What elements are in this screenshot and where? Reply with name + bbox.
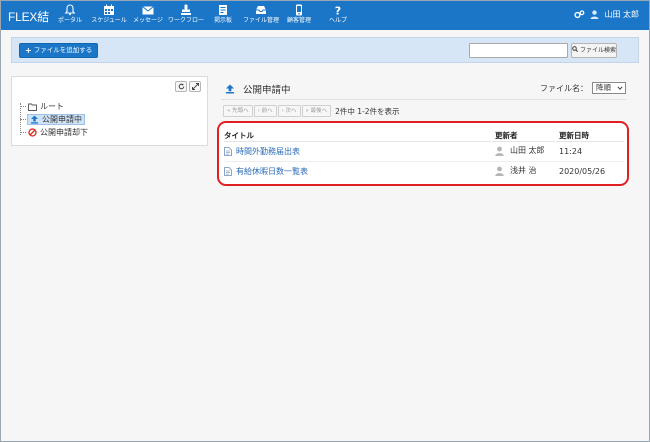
pagination-status: 2件中 1-2件を表示	[335, 106, 400, 116]
column-header-updater[interactable]: 更新者	[495, 130, 518, 141]
sort-value: 降順	[596, 83, 611, 92]
nav-message[interactable]: メッセージ	[131, 4, 165, 28]
column-header-updated-at[interactable]: 更新日時	[559, 130, 589, 141]
add-file-button[interactable]: + ファイルを追加する	[19, 43, 99, 58]
expand-icon	[191, 83, 199, 90]
nav-label: ヘルプ	[328, 17, 347, 24]
nav-label: スケジュール	[91, 17, 127, 24]
nav-label: メッセージ	[133, 17, 163, 24]
file-link[interactable]: 有給休暇日数一覧表	[236, 166, 308, 177]
tree-guide	[20, 119, 26, 120]
tree-item-label: 公開申請却下	[40, 128, 88, 137]
nav-workflow[interactable]: ワークフロー	[167, 4, 205, 28]
tree-item-label: ルート	[40, 102, 64, 111]
updater-name: 浅井 治	[510, 166, 537, 175]
document-icon	[224, 147, 232, 156]
row-divider	[224, 161, 624, 162]
user-name: 山田 太郎	[604, 10, 639, 19]
header-divider	[224, 141, 624, 142]
bell-icon	[64, 4, 76, 16]
nav-label: 掲示板	[213, 17, 232, 24]
tree-tools	[175, 81, 201, 92]
nav-label: ワークフロー	[167, 17, 204, 24]
updater-cell: 山田 太郎	[495, 145, 545, 156]
updater-name: 山田 太郎	[510, 146, 545, 155]
column-header-title[interactable]: タイトル	[224, 130, 254, 141]
tree-item-pending[interactable]: 公開申請中	[27, 114, 85, 125]
phone-icon	[296, 4, 302, 16]
mail-icon	[142, 6, 154, 15]
last-page-button[interactable]: » 最後へ	[301, 105, 332, 117]
nav-portal[interactable]: ポータル	[57, 4, 83, 28]
tree-guide	[20, 106, 26, 107]
upload-icon	[31, 115, 38, 124]
page-title: 公開申請中	[225, 82, 291, 96]
app-logo[interactable]: FLEX結	[8, 8, 49, 25]
app-window: FLEX結 ポータル スケジュール メッセージ ワークフロー 掲示板 ファイル管…	[0, 0, 650, 442]
sort-order-select[interactable]: 降順	[592, 82, 626, 94]
nav-board[interactable]: 掲示板	[209, 4, 237, 28]
chevron-down-icon	[617, 86, 623, 90]
upload-icon	[226, 84, 234, 94]
stamp-icon	[181, 4, 191, 15]
prev-page-button[interactable]: ‹ 前へ	[253, 105, 277, 117]
pagination: « 先頭へ ‹ 前へ › 次へ » 最後へ 2件中 1-2件を表示	[223, 105, 400, 117]
file-table: タイトル 更新者 更新日時 時間外勤務届出表 山田 太郎 11:24 有給休暇日…	[217, 121, 629, 186]
add-file-label: ファイルを追加する	[33, 46, 93, 54]
plus-icon: +	[25, 46, 32, 55]
calendar-icon	[104, 4, 114, 15]
file-search-button[interactable]: ファイル検索	[571, 43, 617, 58]
updated-at-cell: 11:24	[559, 147, 583, 156]
user-icon	[495, 146, 504, 156]
user-icon	[590, 10, 599, 19]
nav-label: 顧客管理	[286, 17, 311, 24]
tree-item-root[interactable]: ルート	[28, 101, 64, 112]
updater-cell: 浅井 治	[495, 165, 537, 176]
tree-guide	[20, 132, 26, 133]
file-search-label: ファイル検索	[579, 47, 616, 54]
folder-icon	[28, 103, 37, 111]
document-icon	[224, 167, 232, 176]
expand-button[interactable]	[189, 81, 201, 92]
updated-at-cell: 2020/05/26	[559, 167, 606, 176]
sort-control: ファイル名： 降順	[540, 82, 626, 94]
file-link[interactable]: 時間外勤務届出表	[236, 146, 300, 157]
top-nav-bar: FLEX結 ポータル スケジュール メッセージ ワークフロー 掲示板 ファイル管…	[1, 1, 649, 30]
settings-icon[interactable]	[574, 10, 585, 19]
search-icon	[572, 44, 578, 57]
nav-help[interactable]: ? ヘルプ	[327, 4, 349, 28]
question-icon: ?	[335, 5, 341, 17]
toolbar: + ファイルを追加する ファイル検索	[11, 37, 639, 63]
board-icon	[219, 5, 227, 15]
sort-label: ファイル名：	[540, 83, 588, 93]
nav-label: ポータル	[57, 17, 82, 24]
nav-label: ファイル管理	[242, 17, 279, 24]
inbox-icon	[256, 6, 266, 14]
table-row: 有給休暇日数一覧表	[224, 166, 308, 177]
user-icon	[495, 166, 504, 176]
tree-item-rejected[interactable]: 公開申請却下	[28, 127, 88, 138]
tree-item-label: 公開申請中	[42, 115, 82, 124]
user-menu[interactable]: 山田 太郎	[574, 9, 639, 20]
table-row: 時間外勤務届出表	[224, 146, 300, 157]
next-page-button[interactable]: › 次へ	[277, 105, 301, 117]
file-search-input[interactable]	[469, 43, 568, 58]
page-title-text: 公開申請中	[243, 85, 291, 96]
first-page-button[interactable]: « 先頭へ	[223, 105, 253, 117]
nav-schedule[interactable]: スケジュール	[89, 4, 129, 28]
prohibited-icon	[28, 128, 37, 137]
nav-customer-management[interactable]: 顧客管理	[284, 4, 314, 28]
refresh-button[interactable]	[175, 81, 187, 92]
refresh-icon	[178, 83, 184, 90]
nav-file-management[interactable]: ファイル管理	[242, 4, 280, 28]
folder-tree-panel: ルート 公開申請中 公開申請却下	[11, 76, 208, 146]
svg-text:?: ?	[335, 5, 341, 17]
main-header: 公開申請中 ファイル名： 降順	[221, 76, 626, 100]
